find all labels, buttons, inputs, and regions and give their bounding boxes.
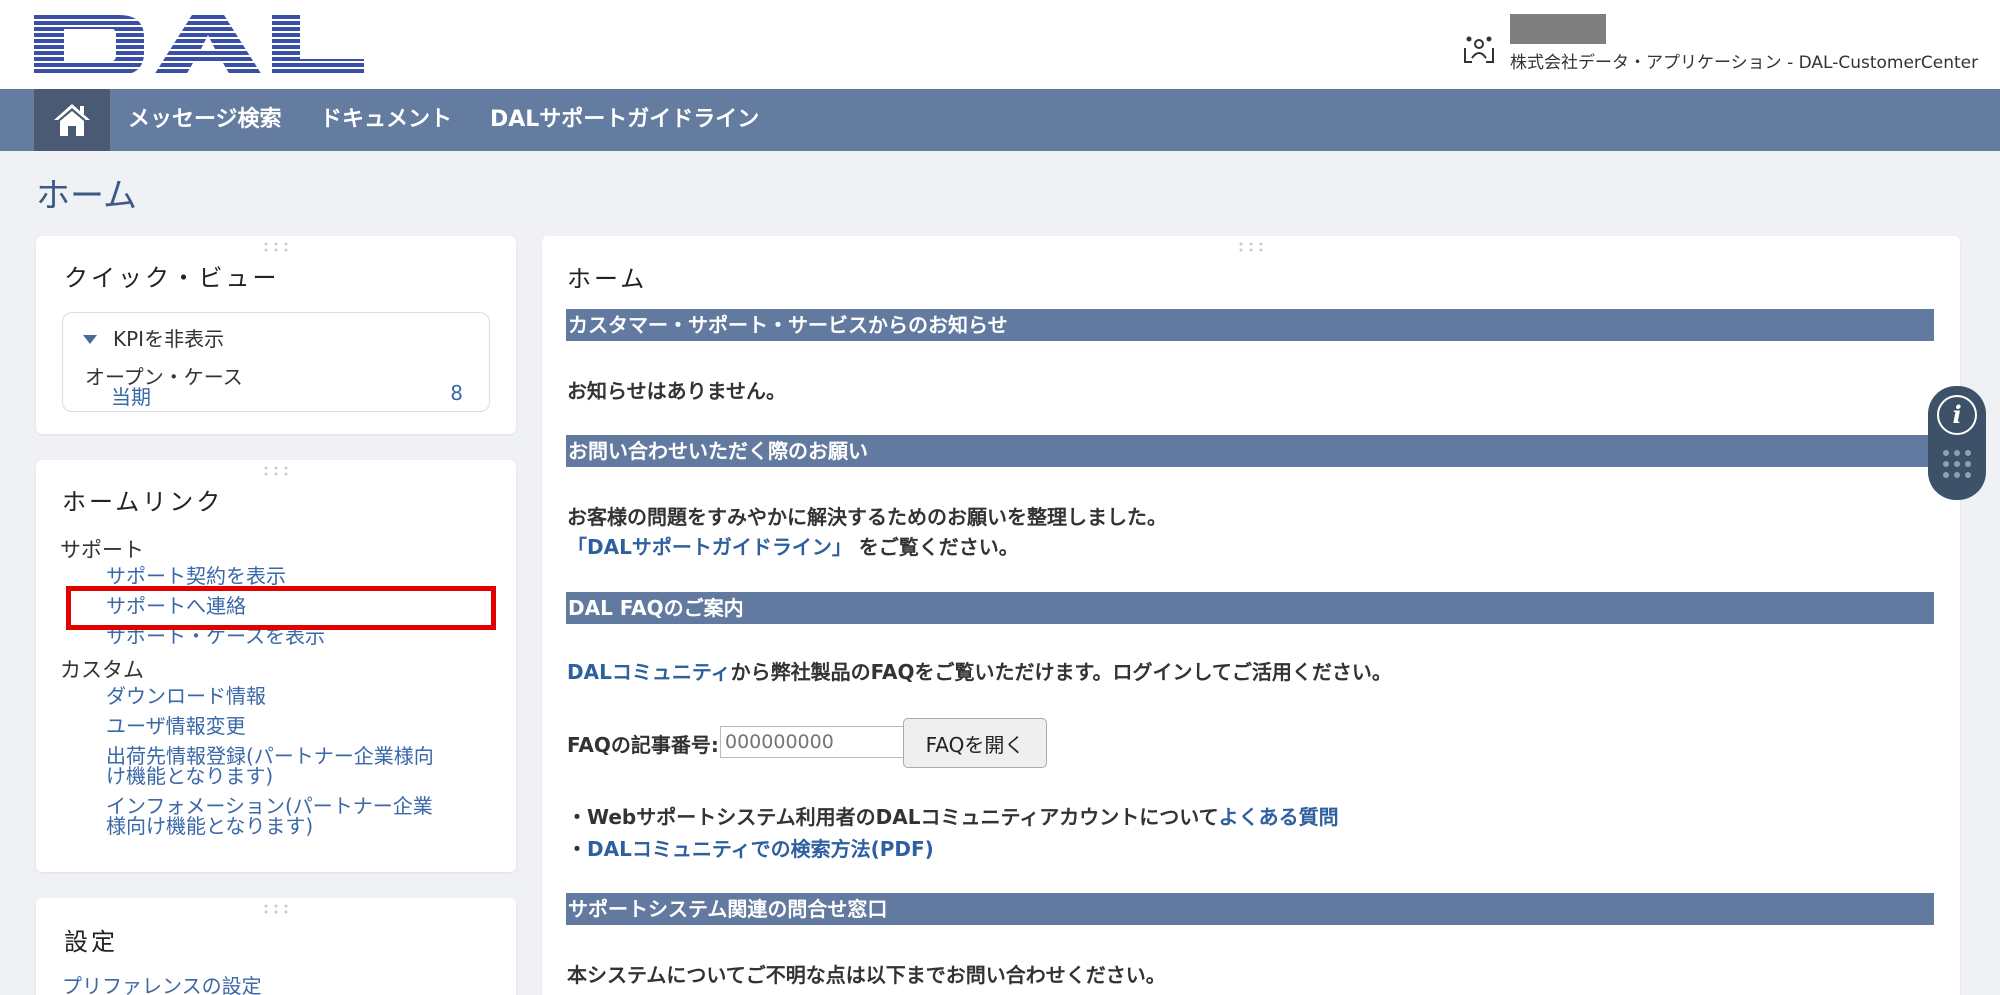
highlight-box bbox=[66, 586, 496, 630]
open-cases-count[interactable]: 8 bbox=[450, 381, 463, 405]
community-line: DALコミュニティから弊社製品のFAQをご覧いただけます。ログインしてご活用くだ… bbox=[567, 656, 1392, 685]
link-shipping-registration[interactable]: 出荷先情報登録(パートナー企業様向 bbox=[106, 746, 434, 766]
kpi-toggle-label: KPIを非表示 bbox=[113, 327, 225, 351]
settings-title: 設定 bbox=[64, 928, 118, 956]
home-icon bbox=[54, 104, 90, 136]
guideline-line: 「DALサポートガイドライン」 をご覧ください。 bbox=[567, 531, 1019, 560]
home-links-panel: ホームリンク サポート サポート契約を表示 サポートへ連絡 サポート・ケースを表… bbox=[36, 460, 516, 872]
community-suffix: から弊社製品のFAQをご覧いただけます。ログインしてご活用ください。 bbox=[730, 660, 1392, 684]
guideline-suffix: をご覧ください。 bbox=[851, 535, 1019, 559]
contact-text: 本システムについてご不明な点は以下までお問い合わせください。 bbox=[567, 963, 1166, 987]
header: 株式会社データ・アプリケーション - DAL-CustomerCenter bbox=[0, 0, 2000, 89]
link-user-info-change[interactable]: ユーザ情報変更 bbox=[106, 716, 246, 736]
link-information[interactable]: インフォメーション(パートナー企業 bbox=[106, 796, 433, 816]
quick-view-title: クイック・ビュー bbox=[64, 264, 280, 292]
link-preferences[interactable]: プリファレンスの設定 bbox=[62, 976, 262, 995]
faq-number-label: FAQの記事番号: bbox=[567, 733, 719, 757]
bullet-search-method: ・DALコミュニティでの検索方法(PDF) bbox=[567, 833, 934, 862]
bullet1-prefix: ・Webサポートシステム利用者のDALコミュニティアカウントについて bbox=[567, 805, 1219, 829]
quick-view-panel: クイック・ビュー KPIを非表示 オープン・ケース 当期 8 bbox=[36, 236, 516, 434]
drag-handle-icon[interactable] bbox=[262, 904, 290, 914]
link-shipping-registration-cont[interactable]: け機能となります) bbox=[106, 766, 273, 786]
faq-open-button[interactable]: FAQを開く bbox=[903, 718, 1047, 768]
search-method-pdf-link[interactable]: DALコミュニティでの検索方法(PDF) bbox=[587, 837, 934, 861]
faq-number-input[interactable] bbox=[720, 726, 904, 758]
home-links-title: ホームリンク bbox=[62, 488, 224, 516]
support-section-label: サポート bbox=[60, 538, 144, 562]
user-area: 株式会社データ・アプリケーション - DAL-CustomerCenter bbox=[1448, 12, 1978, 73]
user-avatar bbox=[1510, 14, 1606, 44]
keypad-icon[interactable] bbox=[1941, 448, 1973, 484]
drag-handle-icon[interactable] bbox=[262, 466, 290, 476]
page-title: ホーム bbox=[36, 176, 137, 216]
dal-logo[interactable] bbox=[34, 15, 364, 75]
current-period-link[interactable]: 当期 bbox=[111, 381, 151, 410]
section-bar-faq: DAL FAQのご案内 bbox=[566, 592, 1934, 624]
kpi-toggle[interactable]: KPIを非表示 bbox=[83, 323, 224, 352]
group-icon[interactable] bbox=[1462, 32, 1496, 66]
drag-handle-icon[interactable] bbox=[262, 242, 290, 252]
guideline-link[interactable]: 「DALサポートガイドライン」 bbox=[567, 535, 852, 559]
link-download-info[interactable]: ダウンロード情報 bbox=[106, 686, 266, 706]
section-bar-announcements: カスタマー・サポート・サービスからのお知らせ bbox=[566, 309, 1934, 341]
nav-home-button[interactable] bbox=[34, 89, 110, 151]
custom-section-label: カスタム bbox=[60, 658, 144, 682]
drag-handle-icon[interactable] bbox=[1237, 242, 1265, 252]
main-heading: ホーム bbox=[567, 265, 648, 293]
link-information-cont[interactable]: 様向け機能となります) bbox=[106, 816, 313, 836]
info-icon[interactable]: i bbox=[1937, 395, 1977, 435]
section-bar-contact: サポートシステム関連の問合せ窓口 bbox=[566, 893, 1934, 925]
section-bar-request: お問い合わせいただく際のお願い bbox=[566, 435, 1934, 467]
user-organization: 株式会社データ・アプリケーション - DAL-CustomerCenter bbox=[1510, 53, 1979, 73]
request-text: お客様の問題をすみやかに解決するためのお願いを整理しました。 bbox=[567, 505, 1167, 529]
bullet2-prefix: ・ bbox=[567, 837, 587, 861]
bullet-community-account: ・Webサポートシステム利用者のDALコミュニティアカウントについてよくある質問 bbox=[567, 801, 1339, 830]
nav-item-documents[interactable]: ドキュメント bbox=[320, 89, 452, 151]
settings-panel: 設定 プリファレンスの設定 bbox=[36, 898, 516, 995]
kpi-box: KPIを非表示 オープン・ケース 当期 8 bbox=[62, 312, 490, 412]
no-notice-text: お知らせはありません。 bbox=[567, 379, 786, 403]
nav-bar: メッセージ検索 ドキュメント DALサポートガイドライン bbox=[0, 89, 2000, 151]
nav-item-support-guideline[interactable]: DALサポートガイドライン bbox=[490, 89, 759, 151]
triangle-down-icon bbox=[83, 335, 97, 344]
open-cases-label: オープン・ケース bbox=[85, 365, 243, 389]
help-widget[interactable]: i bbox=[1928, 386, 1986, 500]
nav-item-message-search[interactable]: メッセージ検索 bbox=[128, 89, 282, 151]
link-view-support-contract[interactable]: サポート契約を表示 bbox=[106, 566, 286, 586]
community-link[interactable]: DALコミュニティ bbox=[567, 660, 731, 684]
faq-link[interactable]: よくある質問 bbox=[1219, 805, 1339, 829]
